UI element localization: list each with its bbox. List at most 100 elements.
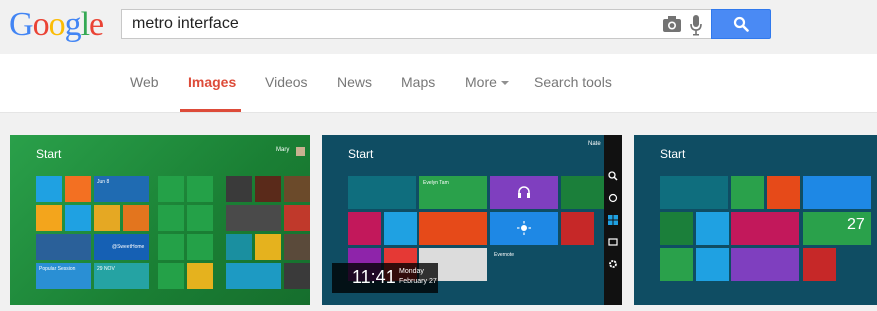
image-result[interactable]: Start 27 bbox=[634, 135, 877, 305]
clock-date: February 27 bbox=[399, 278, 437, 285]
tile bbox=[731, 176, 764, 209]
tile bbox=[284, 234, 310, 260]
tile bbox=[284, 263, 310, 289]
google-logo[interactable]: Google bbox=[9, 6, 104, 43]
tile: Popular Session bbox=[36, 263, 91, 289]
tile bbox=[803, 176, 871, 209]
tile bbox=[660, 248, 693, 281]
tile-label: Evelyn Tam bbox=[423, 180, 449, 186]
avatar bbox=[296, 147, 305, 156]
tile bbox=[123, 205, 149, 231]
tab-videos[interactable]: Videos bbox=[265, 74, 308, 90]
tile bbox=[255, 234, 281, 260]
tile bbox=[36, 176, 62, 202]
tile bbox=[187, 234, 213, 260]
tile-label: Popular Session bbox=[39, 266, 76, 272]
camera-icon[interactable] bbox=[662, 15, 682, 33]
tile bbox=[65, 205, 91, 231]
tile bbox=[490, 212, 558, 245]
search-nav: Web Images Videos News Maps More Search … bbox=[0, 54, 877, 113]
tab-search-tools[interactable]: Search tools bbox=[534, 74, 612, 90]
tile bbox=[187, 176, 213, 202]
logo-letter: o bbox=[48, 6, 66, 43]
tile bbox=[490, 176, 558, 209]
tile: 27 bbox=[803, 212, 871, 245]
active-tab-indicator bbox=[180, 109, 241, 112]
tile bbox=[660, 212, 693, 245]
image-results: Start Mary Jun 8 @SweetHome Popular Sess… bbox=[0, 113, 877, 311]
user-name: Mary bbox=[276, 147, 290, 153]
tile bbox=[384, 212, 417, 245]
tile bbox=[255, 176, 281, 202]
start-title: Start bbox=[348, 147, 374, 161]
logo-letter: l bbox=[80, 6, 91, 43]
sun-icon bbox=[517, 221, 531, 235]
tile bbox=[158, 176, 184, 202]
logo-letter: o bbox=[32, 6, 50, 43]
clock-day: Monday bbox=[399, 268, 424, 275]
tile bbox=[65, 176, 91, 202]
charms-bar bbox=[604, 135, 622, 305]
tile bbox=[731, 248, 799, 281]
search-icon bbox=[733, 16, 749, 32]
tile bbox=[696, 248, 729, 281]
tile bbox=[803, 248, 836, 281]
tab-news[interactable]: News bbox=[337, 74, 372, 90]
tile bbox=[696, 212, 729, 245]
top-bar: Google bbox=[0, 0, 877, 54]
tile bbox=[348, 212, 381, 245]
tile bbox=[94, 205, 120, 231]
tile bbox=[561, 212, 594, 245]
tile bbox=[660, 176, 728, 209]
tile-label: 29 NOV bbox=[97, 266, 115, 272]
weather-temp: 27 bbox=[847, 216, 865, 233]
search-input[interactable] bbox=[132, 14, 652, 34]
start-title: Start bbox=[36, 147, 62, 161]
windows-icon bbox=[608, 215, 618, 225]
tile bbox=[158, 263, 184, 289]
tile-label: Evernote bbox=[494, 252, 515, 258]
gear-icon bbox=[609, 260, 617, 268]
tile bbox=[767, 176, 800, 209]
start-title: Start bbox=[660, 147, 686, 161]
image-result[interactable]: Start Mary Jun 8 @SweetHome Popular Sess… bbox=[10, 135, 310, 305]
tile bbox=[187, 263, 213, 289]
tile bbox=[284, 205, 310, 231]
tab-more[interactable]: More bbox=[465, 74, 509, 90]
tile-label: @SweetHome bbox=[112, 244, 145, 250]
tile: Evelyn Tam bbox=[419, 176, 487, 209]
logo-letter: g bbox=[64, 6, 82, 43]
chevron-down-icon bbox=[500, 81, 509, 86]
share-icon bbox=[608, 193, 618, 203]
search-button[interactable] bbox=[711, 9, 771, 39]
tile: Evernote bbox=[490, 248, 558, 281]
microphone-icon[interactable] bbox=[689, 14, 703, 36]
headphones-icon bbox=[518, 186, 530, 198]
search-box bbox=[121, 9, 712, 39]
tile-label: Jun 8 bbox=[97, 179, 110, 185]
tile bbox=[158, 205, 184, 231]
tile bbox=[36, 234, 91, 260]
tile bbox=[226, 176, 252, 202]
tile bbox=[36, 205, 62, 231]
logo-letter: G bbox=[9, 6, 34, 43]
user-name: Nate bbox=[588, 141, 601, 147]
tile: @SweetHome bbox=[94, 234, 149, 260]
tile bbox=[158, 234, 184, 260]
clock-time: 11:41 bbox=[352, 267, 396, 287]
tile bbox=[226, 234, 252, 260]
tile bbox=[731, 212, 799, 245]
tab-more-label: More bbox=[465, 74, 497, 90]
tile bbox=[419, 212, 487, 245]
tile bbox=[348, 176, 416, 209]
tile bbox=[226, 205, 281, 231]
tab-maps[interactable]: Maps bbox=[401, 74, 435, 90]
logo-letter: e bbox=[89, 6, 104, 43]
tab-web[interactable]: Web bbox=[130, 74, 159, 90]
tile: 29 NOV bbox=[94, 263, 149, 289]
tile bbox=[187, 205, 213, 231]
devices-icon bbox=[608, 238, 618, 246]
image-result[interactable]: Start Nate Evelyn Tam Evernote 11:41 Mon… bbox=[322, 135, 622, 305]
tab-images[interactable]: Images bbox=[188, 74, 236, 90]
tile: Jun 8 bbox=[94, 176, 149, 202]
